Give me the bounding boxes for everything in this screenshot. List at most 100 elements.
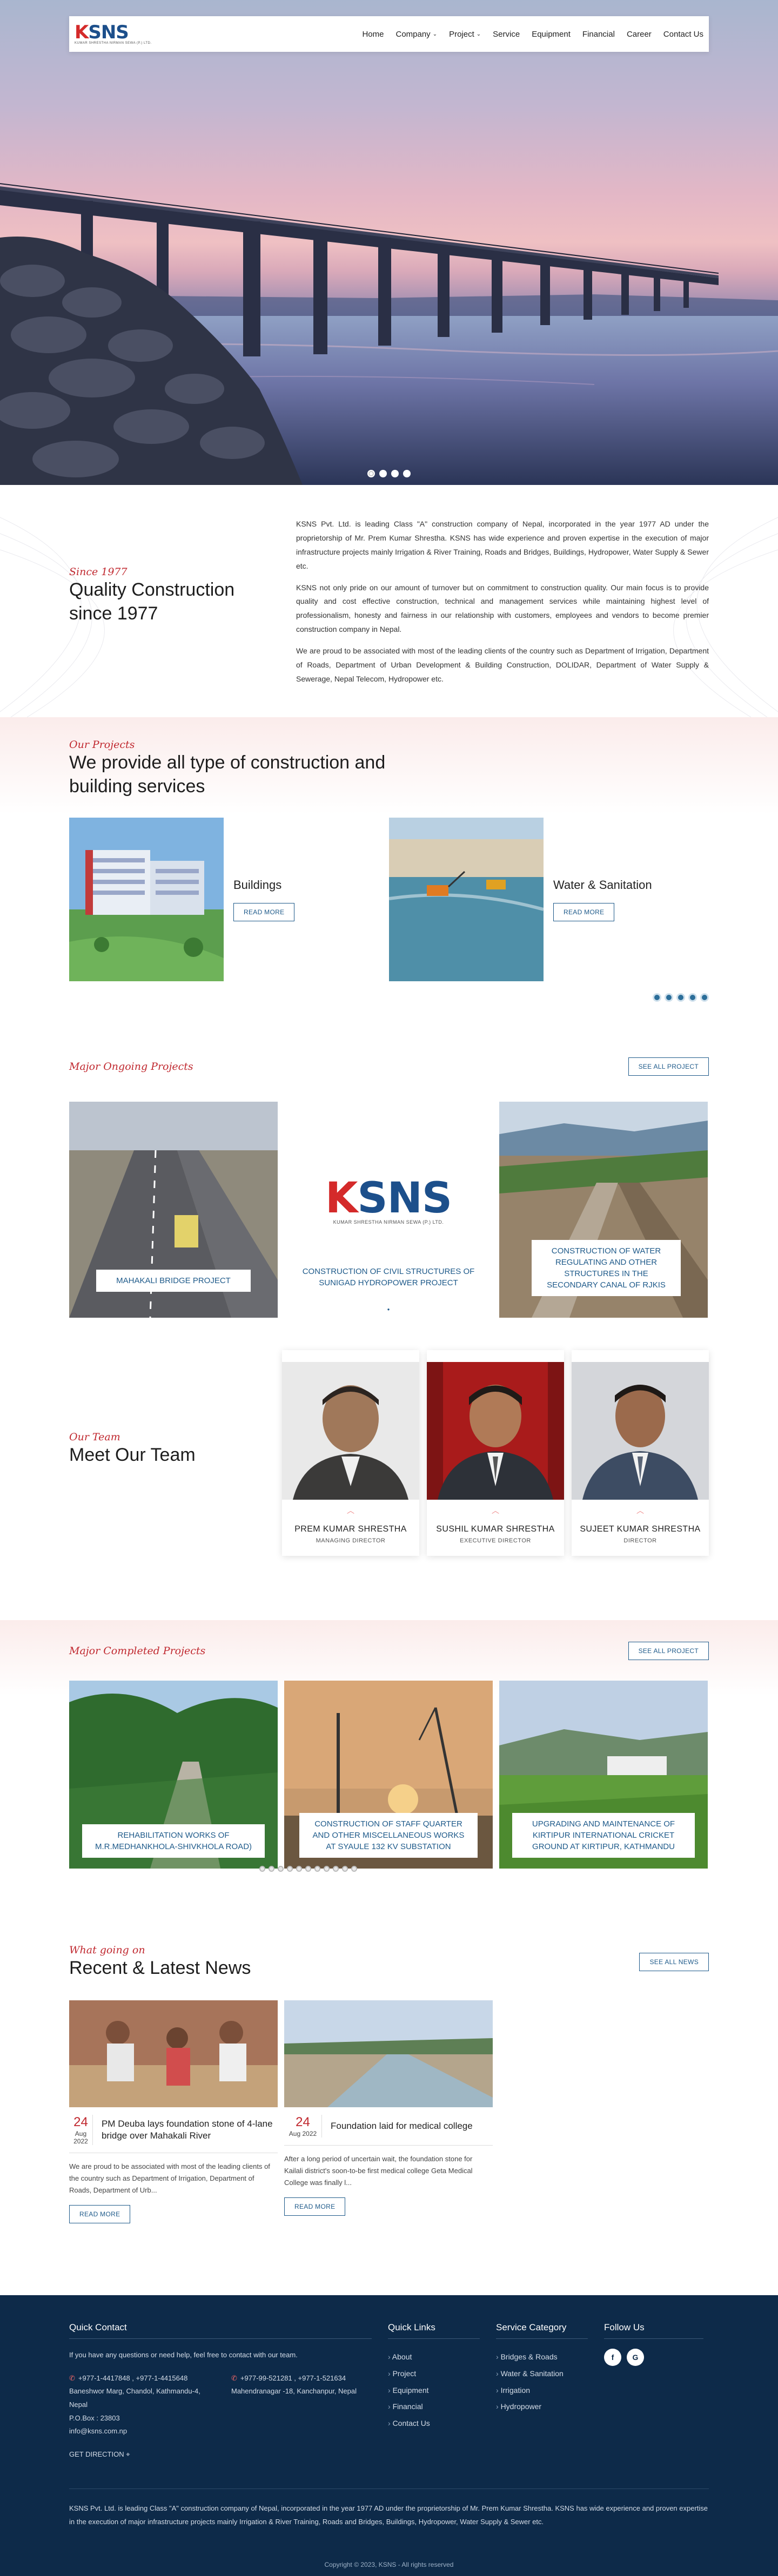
pager-dot[interactable] (700, 993, 709, 1002)
footer-services: Service Category Bridges & Roads Water &… (496, 2322, 588, 2462)
footer-link[interactable]: Irrigation (496, 2382, 588, 2399)
nav-menu: Home Company ⌄ Project ⌄ Service Equipment… (362, 30, 703, 39)
logo-letters-sns: SNS (357, 1174, 452, 1223)
pager-dot[interactable] (314, 1866, 320, 1872)
member-role: EXECUTIVE DIRECTOR (460, 1537, 531, 1544)
company-logo[interactable]: KSNS KUMAR SHRESTHA NIRMAN SEWA (P.) LTD… (75, 23, 152, 45)
project-card-buildings[interactable]: Buildings READ MORE (69, 818, 389, 982)
team-section: Our Team Meet Our Team ︿ PREM KUMAR SHRE… (0, 1345, 778, 1620)
nav-item-financial[interactable]: Financial (582, 30, 615, 39)
pager-dot[interactable] (332, 1866, 339, 1872)
footer-about-text: KSNS Pvt. Ltd. is leading Class "A" cons… (69, 2488, 709, 2528)
read-more-button[interactable]: READ MORE (553, 902, 615, 921)
nav-label: Financial (582, 29, 615, 39)
see-all-news-button[interactable]: SEE ALL NEWS (639, 1953, 709, 1972)
pager-dot[interactable] (286, 1866, 293, 1872)
completed-project-card[interactable]: CONSTRUCTION OF STAFF QUARTER AND OTHER … (284, 1681, 493, 1869)
pager-dot[interactable] (351, 1866, 357, 1872)
chevron-down-icon: ⌄ (432, 31, 438, 37)
slider-dot[interactable] (403, 470, 411, 477)
about-kicker: Since 1977 (69, 566, 128, 578)
footer-email[interactable]: info@ksns.com.np (69, 2425, 210, 2438)
get-direction-link[interactable]: GET DIRECTION ⌖ (69, 2448, 372, 2462)
member-role: DIRECTOR (623, 1537, 657, 1544)
team-member-card[interactable]: ︿ SUJEET KUMAR SHRESTHA DIRECTOR (572, 1350, 709, 1556)
nav-item-service[interactable]: Service (493, 30, 520, 39)
nav-item-home[interactable]: Home (362, 30, 384, 39)
nav-label: Equipment (532, 29, 571, 39)
news-card[interactable]: 24 Aug 2022 Foundation laid for medical c… (284, 2000, 493, 2223)
ongoing-project-label: CONSTRUCTION OF WATER REGULATING AND OTH… (532, 1240, 681, 1296)
team-member-card[interactable]: ︿ PREM KUMAR SHRESTHA MANAGING DIRECTOR (282, 1350, 419, 1556)
nav-item-project[interactable]: Project ⌄ (449, 30, 481, 39)
project-card-title: Water & Sanitation (553, 878, 652, 892)
pager-dot[interactable] (323, 1866, 330, 1872)
small-dot: ● (387, 1307, 390, 1312)
completed-pager (0, 1866, 709, 1872)
slider-dot[interactable] (391, 470, 399, 477)
projects-pager (653, 993, 709, 1002)
read-more-button[interactable]: READ MORE (284, 2197, 346, 2216)
news-headline[interactable]: PM Deuba lays foundation stone of 4-lane… (93, 2118, 278, 2142)
ongoing-project-card[interactable]: CONSTRUCTION OF WATER REGULATING AND OTH… (499, 1102, 708, 1318)
footer-follow: Follow Us f G (604, 2322, 703, 2462)
about-paragraph: KSNS not only pride on our amount of tur… (296, 583, 709, 634)
pager-dot[interactable] (688, 993, 697, 1002)
footer-link[interactable]: Equipment (388, 2382, 480, 2399)
about-paragraph: We are proud to be associated with most … (296, 646, 709, 683)
pager-dot[interactable] (653, 993, 661, 1002)
footer-link[interactable]: Contact Us (388, 2415, 480, 2432)
news-title: Recent & Latest News (69, 1958, 251, 1978)
news-kicker: What going on (69, 1944, 145, 1956)
footer-link[interactable]: Financial (388, 2398, 480, 2415)
chevron-down-icon: ⌄ (476, 31, 481, 37)
news-headline[interactable]: Foundation laid for medical college (322, 2120, 473, 2132)
pager-dot[interactable] (259, 1866, 265, 1872)
footer-link[interactable]: Water & Sanitation (496, 2365, 588, 2382)
pager-dot[interactable] (665, 993, 673, 1002)
main-navbar: KSNS KUMAR SHRESTHA NIRMAN SEWA (P.) LTD… (69, 16, 709, 52)
footer-link[interactable]: About (388, 2349, 480, 2365)
footer-link[interactable]: Hydropower (496, 2398, 588, 2415)
logo-subtitle: KUMAR SHRESTHA NIRMAN SEWA (P.) LTD. (75, 42, 152, 45)
news-excerpt: After a long period of uncertain wait, t… (284, 2155, 473, 2187)
slider-dot[interactable] (379, 470, 387, 477)
google-icon[interactable]: G (627, 2349, 644, 2366)
footer-contact: Quick Contact If you have any questions … (69, 2322, 372, 2462)
nav-label: Project (449, 29, 474, 39)
team-member-card[interactable]: ︿ SUSHIL KUMAR SHRESTHA EXECUTIVE DIRECT… (427, 1350, 564, 1556)
pager-dot[interactable] (305, 1866, 311, 1872)
ongoing-projects-section: Major Ongoing Projects SEE ALL PROJECT M… (0, 1041, 778, 1345)
project-card-water-sanitation[interactable]: Water & Sanitation READ MORE (389, 818, 709, 982)
ongoing-project-card[interactable]: KSNS KUMAR SHRESTHA NIRMAN SEWA (P.) LTD… (284, 1102, 493, 1318)
completed-project-card[interactable]: UPGRADING AND MAINTENANCE OF KIRTIPUR IN… (499, 1681, 708, 1869)
project-card-title: Buildings (233, 878, 282, 892)
news-card[interactable]: 24 Aug 2022 PM Deuba lays foundation ston… (69, 2000, 278, 2224)
news-day: 24 (296, 2115, 310, 2130)
completed-project-card[interactable]: REHABILITATION WORKS OF M.R.MEDHANKHOLA-… (69, 1681, 278, 1869)
about-section: Since 1977 Quality Construction since 19… (0, 485, 778, 717)
footer-link[interactable]: Bridges & Roads (496, 2349, 588, 2365)
footer-link[interactable]: Project (388, 2365, 480, 2382)
nav-item-company[interactable]: Company ⌄ (395, 30, 437, 39)
read-more-button[interactable]: READ MORE (69, 2205, 131, 2224)
pager-dot[interactable] (341, 1866, 348, 1872)
ongoing-project-card[interactable]: MAHAKALI BRIDGE PROJECT (69, 1102, 278, 1318)
pager-dot[interactable] (296, 1866, 302, 1872)
footer-phone[interactable]: +977-1-4417848 , +977-1-4415648 (78, 2374, 187, 2382)
nav-item-career[interactable]: Career (627, 30, 652, 39)
facebook-icon[interactable]: f (604, 2349, 621, 2366)
slider-dot[interactable] (367, 470, 375, 477)
nav-item-equipment[interactable]: Equipment (532, 30, 571, 39)
see-all-project-button[interactable]: SEE ALL PROJECT (628, 1057, 709, 1076)
pager-dot[interactable] (277, 1866, 284, 1872)
footer-phone[interactable]: +977-99-521281 , +977-1-521634 (240, 2374, 346, 2382)
read-more-button[interactable]: READ MORE (233, 902, 295, 921)
pager-dot[interactable] (676, 993, 685, 1002)
ongoing-kicker: Major Ongoing Projects (69, 1061, 193, 1073)
nav-item-contact[interactable]: Contact Us (663, 30, 703, 39)
footer-heading: Quick Links (388, 2322, 480, 2339)
water-sanitation-image (389, 818, 544, 982)
see-all-project-button[interactable]: SEE ALL PROJECT (628, 1642, 709, 1660)
pager-dot[interactable] (268, 1866, 274, 1872)
